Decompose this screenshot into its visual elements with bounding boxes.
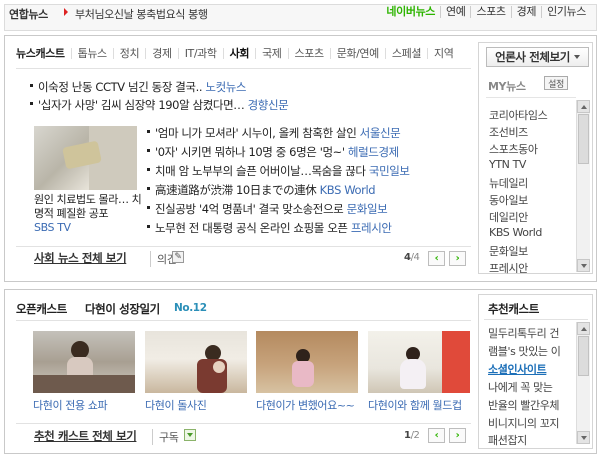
- page-indicator: 1/2: [404, 430, 420, 441]
- link-naver-news[interactable]: 네이버뉴스: [381, 6, 440, 18]
- top-news-item[interactable]: 이숙정 난동 CCTV 넘긴 동장 결국.. 노컷뉴스: [30, 79, 247, 95]
- tab-politics[interactable]: 정치: [112, 48, 145, 59]
- thumbnail-source[interactable]: SBS TV: [34, 221, 71, 234]
- press-item[interactable]: 조선비즈: [489, 124, 528, 140]
- link-entertainment[interactable]: 연예: [440, 6, 470, 18]
- next-button[interactable]: ›: [449, 428, 466, 443]
- scroll-up-button[interactable]: [577, 322, 590, 335]
- news-item[interactable]: '엄마 니가 모셔라' 시누이, 올케 참혹한 살인 서울신문: [147, 125, 401, 141]
- cast-number: No.12: [174, 302, 207, 314]
- divider: [484, 319, 588, 320]
- top-news-item[interactable]: '십자가 사망' 김씨 심장약 190알 삼켰다면… 경향신문: [30, 97, 289, 113]
- divider: [16, 423, 471, 424]
- news-source: 노컷뉴스: [205, 80, 247, 94]
- tab-sports[interactable]: 스포츠: [287, 48, 330, 59]
- cast-photo[interactable]: [33, 331, 135, 393]
- press-item[interactable]: KBS World: [489, 226, 542, 239]
- news-item[interactable]: 노무현 전 대통령 공식 온라인 쇼핑몰 오픈 프레시안: [147, 220, 392, 236]
- news-source: 경향신문: [247, 98, 289, 112]
- divider: [16, 320, 471, 321]
- press-item[interactable]: 동아일보: [489, 192, 528, 208]
- news-item[interactable]: 치매 암 노부부의 슬픈 어버이날…목숨을 끊다 국민일보: [147, 163, 410, 179]
- press-item[interactable]: 코리아타임스: [489, 107, 548, 123]
- tab-local[interactable]: 지역: [427, 48, 459, 59]
- ticker-links: 네이버뉴스 연예 스포츠 경제 인기뉴스: [381, 6, 591, 18]
- all-press-dropdown[interactable]: 언론사 전체보기: [486, 47, 589, 67]
- cast-photo[interactable]: [368, 331, 470, 393]
- divider: [486, 97, 576, 98]
- chevron-right-icon: ›: [455, 253, 460, 264]
- scroll-thumb[interactable]: [578, 114, 589, 164]
- scroll-thumb[interactable]: [578, 336, 589, 376]
- recommended-cast-more-link[interactable]: 추천 캐스트 전체 보기: [34, 428, 137, 444]
- press-item[interactable]: 프레시안: [489, 260, 528, 276]
- download-icon[interactable]: [184, 429, 196, 441]
- tab-it-science[interactable]: IT/과학: [177, 48, 223, 59]
- prev-button[interactable]: ‹: [428, 251, 445, 266]
- opencast-title[interactable]: 오픈캐스트: [16, 301, 67, 317]
- tab-top-news[interactable]: 톱뉴스: [70, 48, 113, 59]
- tab-culture[interactable]: 문화/연예: [329, 48, 385, 59]
- news-item[interactable]: '0자' 시키면 뭐하나 10명 중 6명은 '멍~' 헤럴드경제: [147, 144, 399, 160]
- cast-name[interactable]: 다현이 성장일기: [85, 301, 160, 317]
- cast-photo[interactable]: [256, 331, 358, 393]
- chevron-left-icon: ‹: [434, 430, 439, 441]
- photo-caption[interactable]: 다현이가 변했어요~~: [256, 397, 355, 413]
- my-news-label: MY뉴스: [488, 80, 526, 93]
- recommend-scrollbar[interactable]: [576, 322, 590, 444]
- photo-caption[interactable]: 다현이와 함께 월드컵: [368, 397, 462, 413]
- link-popular-news[interactable]: 인기뉴스: [541, 6, 591, 18]
- press-scrollbar[interactable]: [576, 100, 590, 272]
- recommended-cast-item[interactable]: 램블's 맛있는 이: [488, 343, 561, 359]
- news-item[interactable]: 高速道路が渋滞 10日までの連休 KBS World: [147, 182, 376, 198]
- tab-world[interactable]: 국제: [255, 48, 287, 59]
- news-thumbnail[interactable]: [34, 126, 137, 190]
- recommended-cast-item[interactable]: 패션잡지: [488, 432, 527, 448]
- chevron-left-icon: ‹: [434, 253, 439, 264]
- ticker-arrow-icon: [64, 8, 68, 16]
- tab-society[interactable]: 사회: [222, 48, 255, 59]
- divider: [16, 246, 471, 247]
- tab-special[interactable]: 스페셜: [384, 48, 427, 59]
- cast-photo[interactable]: [145, 331, 247, 393]
- ticker-source[interactable]: 연합뉴스: [9, 6, 48, 22]
- ticker-headline[interactable]: 부처님오신날 봉축법요식 봉행: [75, 6, 208, 22]
- newscast-tabs: 뉴스캐스트 톱뉴스 정치 경제 IT/과학 사회 국제 스포츠 문화/연예 스페…: [16, 48, 460, 59]
- press-item[interactable]: 스포츠동아: [489, 141, 538, 157]
- scroll-down-button[interactable]: [577, 431, 590, 444]
- divider: [16, 68, 471, 69]
- next-button[interactable]: ›: [449, 251, 466, 266]
- thumbnail-caption[interactable]: 원인 치료법도 몰라… 치명적 폐질환 공포: [34, 193, 144, 221]
- recommended-cast-item-highlighted[interactable]: 소셜인사이트: [488, 361, 547, 377]
- photo-caption[interactable]: 다현이 돌사진: [145, 397, 207, 413]
- chevron-right-icon: ›: [455, 430, 460, 441]
- news-item[interactable]: 진실공방 '4억 명품녀' 결국 맞소송전으로 문화일보: [147, 201, 388, 217]
- page-indicator: 4/4: [404, 252, 420, 263]
- link-economy[interactable]: 경제: [510, 6, 541, 18]
- press-item[interactable]: 문화일보: [489, 243, 528, 259]
- scroll-up-button[interactable]: [577, 100, 590, 113]
- press-item[interactable]: 뉴데일리: [489, 175, 528, 191]
- prev-button[interactable]: ‹: [428, 428, 445, 443]
- link-sports[interactable]: 스포츠: [470, 6, 510, 18]
- pencil-icon[interactable]: ✎: [172, 251, 184, 263]
- newscast-title: 뉴스캐스트: [16, 47, 65, 60]
- recommended-cast-item[interactable]: 밀두리톡두리 건: [488, 325, 560, 341]
- press-item[interactable]: YTN TV: [489, 158, 526, 171]
- settings-button[interactable]: 설정: [544, 76, 568, 90]
- recommended-cast-item[interactable]: 비니지니의 꼬지: [488, 415, 560, 431]
- subscribe-label[interactable]: 구독: [152, 429, 179, 445]
- press-item[interactable]: 데일리안: [489, 209, 528, 225]
- photo-caption[interactable]: 다현이 전용 쇼파: [33, 397, 108, 413]
- recommended-cast-title: 추천캐스트: [488, 302, 539, 316]
- tab-economy[interactable]: 경제: [145, 48, 177, 59]
- society-news-more-link[interactable]: 사회 뉴스 전체 보기: [34, 250, 127, 266]
- scroll-down-button[interactable]: [577, 259, 590, 272]
- recommended-cast-item[interactable]: 반율의 빨간우체: [488, 397, 560, 413]
- chevron-down-icon: [573, 55, 580, 59]
- recommended-cast-item[interactable]: 나에게 꼭 맞는: [488, 379, 553, 395]
